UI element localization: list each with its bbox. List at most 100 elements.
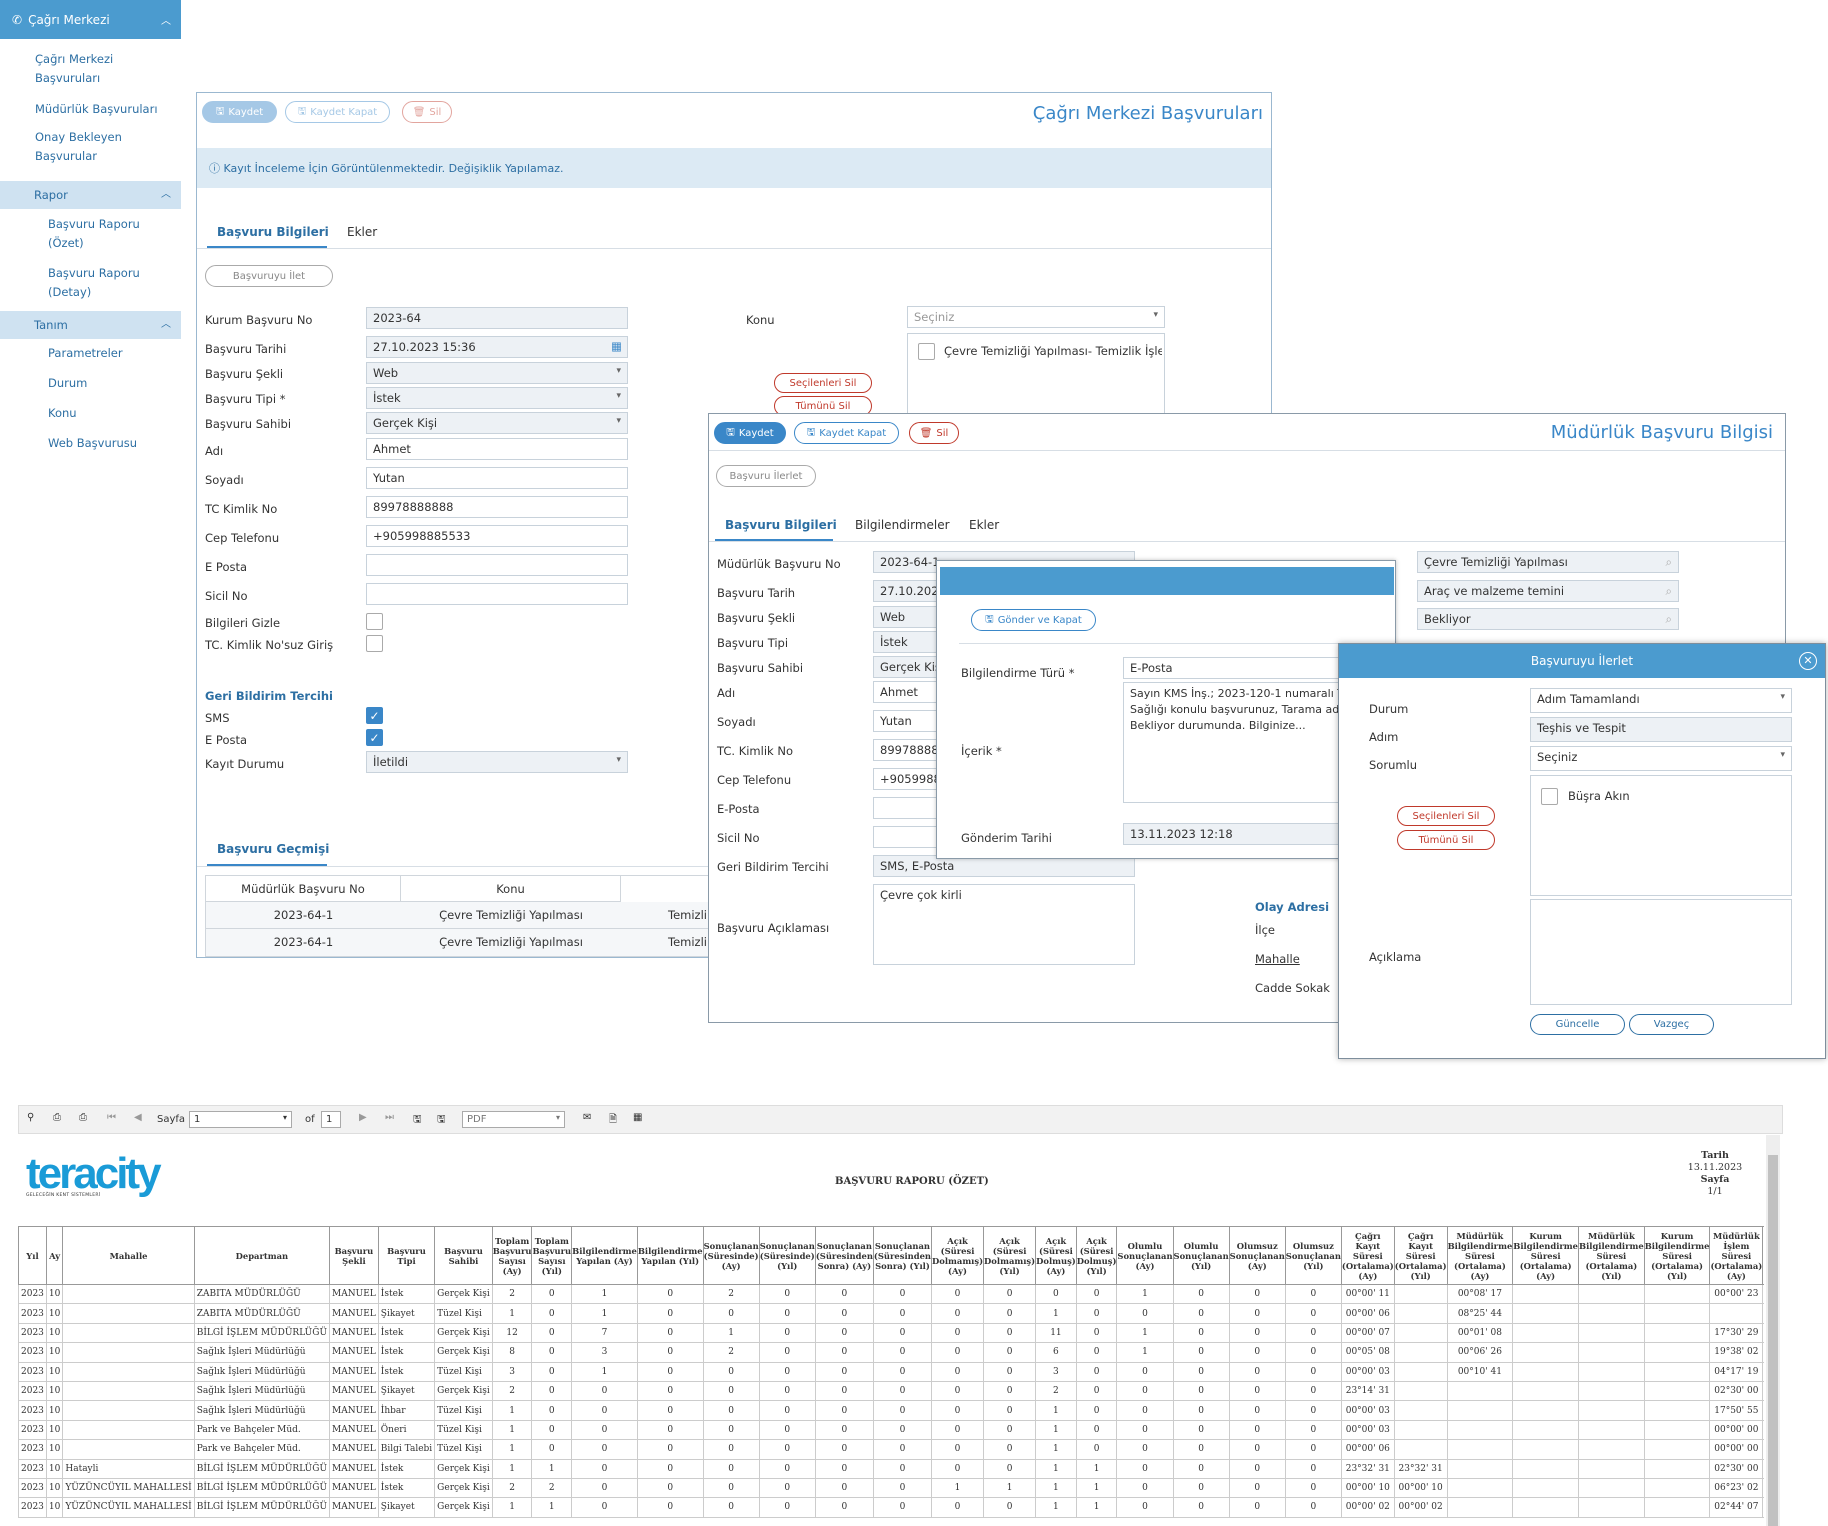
- sidebar-item-mudurluk-basvurulari[interactable]: Müdürlük Başvuruları: [35, 100, 175, 119]
- adi-field[interactable]: Ahmet: [366, 438, 628, 460]
- prev-page-icon[interactable]: ◀: [134, 1112, 142, 1123]
- gizle-checkbox[interactable]: [366, 613, 383, 630]
- table-cell: 1: [983, 1477, 1037, 1499]
- table-row[interactable]: 2023-64-1 Çevre Temizliği Yapılması Temi…: [206, 902, 736, 929]
- last-page-icon[interactable]: ⏭: [385, 1112, 394, 1123]
- sms-checkbox[interactable]: ✓: [366, 707, 383, 724]
- mahalle-link[interactable]: Mahalle: [1255, 952, 1300, 966]
- table-cell: 08°25' 44: [1446, 1303, 1514, 1324]
- forward-button[interactable]: Başvuru İlerlet: [716, 465, 816, 487]
- alt-konu-search-field[interactable]: Araç ve malzeme temini ⌕: [1417, 580, 1679, 602]
- tipi-select[interactable]: İstek: [366, 387, 628, 409]
- binoculars-icon[interactable]: ⚲: [27, 1112, 34, 1123]
- format-select[interactable]: PDF ▾: [462, 1111, 565, 1128]
- durum-search-field[interactable]: Bekliyor ⌕: [1417, 608, 1679, 630]
- page-select[interactable]: 1 ▾: [189, 1111, 292, 1128]
- table-cell: 2023: [18, 1342, 47, 1363]
- scrollbar[interactable]: [1766, 1135, 1780, 1526]
- first-page-icon[interactable]: ⏮: [107, 1112, 116, 1123]
- table-row[interactable]: 2023-64-1 Çevre Temizliği Yapılması Temi…: [206, 929, 736, 956]
- soyadi-field[interactable]: Yutan: [366, 467, 628, 489]
- durum-select[interactable]: Adım Tamamlandı: [1530, 688, 1792, 713]
- kurum-no-field[interactable]: 2023-64: [366, 307, 628, 329]
- sorumlu-select[interactable]: Seçiniz: [1530, 746, 1792, 771]
- forward-button[interactable]: Başvuruyu İlet: [205, 265, 333, 287]
- tab-basvuru-bilgileri[interactable]: Başvuru Bilgileri: [217, 225, 329, 239]
- delete-button[interactable]: 🗑 Sil: [402, 101, 452, 123]
- adim-field[interactable]: Teşhis ve Tespit: [1530, 717, 1792, 742]
- sidebar-item-parametreler[interactable]: Parametreler: [48, 344, 123, 363]
- sidebar-section-tanim[interactable]: Tanım ︿: [0, 311, 181, 339]
- table-cell: 23°32' 31: [1340, 1458, 1395, 1479]
- save-button[interactable]: 🖫 Kaydet: [202, 101, 277, 123]
- tab-bilgilendirmeler[interactable]: Bilgilendirmeler: [855, 518, 950, 532]
- tab-ekler[interactable]: Ekler: [347, 225, 377, 239]
- send-close-button[interactable]: 🖫 Gönder ve Kapat: [971, 609, 1096, 631]
- cep-field[interactable]: +905998885533: [366, 525, 628, 547]
- print-icon[interactable]: ⎙: [53, 1112, 61, 1123]
- cancel-button[interactable]: Vazgeç: [1629, 1014, 1714, 1035]
- search-icon[interactable]: ⌕: [1666, 584, 1672, 599]
- kayit-durumu-select[interactable]: İletildi: [366, 751, 628, 773]
- table-cell: Sağlık İşleri Müdürlüğü: [193, 1342, 331, 1363]
- konu-select[interactable]: Seçiniz: [907, 306, 1165, 328]
- delete-button[interactable]: 🗑 Sil: [909, 422, 959, 444]
- sidebar-item-durum[interactable]: Durum: [48, 374, 87, 393]
- table-cell: 0: [1075, 1380, 1118, 1402]
- table-cell: 0: [983, 1439, 1037, 1460]
- sicil-field[interactable]: [366, 583, 628, 605]
- label: Başvuru Sahibi: [717, 661, 804, 675]
- print-preview-icon[interactable]: ⎙: [79, 1112, 87, 1123]
- table-cell: 0: [758, 1342, 816, 1363]
- mail-icon[interactable]: ✉: [583, 1112, 591, 1123]
- sekli-select[interactable]: Web: [366, 362, 628, 384]
- sidebar-header-cagri-merkezi[interactable]: ✆ Çağrı Merkezi ︿: [0, 0, 181, 39]
- aciklama-textarea[interactable]: [1530, 899, 1792, 1005]
- sidebar-item-rapor-detay[interactable]: Başvuru Raporu (Detay): [48, 264, 163, 302]
- sahibi-select[interactable]: Gerçek Kişi: [366, 412, 628, 434]
- grid-icon[interactable]: ▦: [633, 1112, 642, 1123]
- table-cell: [1512, 1380, 1579, 1402]
- save-as-icon[interactable]: 🖫: [437, 1112, 446, 1129]
- table-cell: 0: [758, 1477, 816, 1499]
- table-cell: [1643, 1361, 1711, 1382]
- search-icon[interactable]: ⌕: [1666, 612, 1672, 627]
- search-icon[interactable]: ⌕: [1666, 555, 1672, 570]
- close-icon[interactable]: ✕: [1799, 652, 1817, 670]
- save-icon[interactable]: 🖫: [413, 1112, 422, 1129]
- table-cell: 0: [1228, 1400, 1286, 1421]
- table-cell: 0: [1284, 1303, 1342, 1324]
- sidebar-section-rapor[interactable]: Rapor ︿: [0, 181, 181, 209]
- tarih-field[interactable]: 27.10.2023 15:36 ▦: [366, 336, 628, 358]
- tab-basvuru-bilgileri[interactable]: Başvuru Bilgileri: [725, 518, 837, 532]
- remove-selected-button[interactable]: Seçilenleri Sil: [1397, 806, 1495, 826]
- remove-selected-button[interactable]: Seçilenleri Sil: [774, 373, 872, 393]
- calendar-icon[interactable]: ▦: [611, 339, 622, 353]
- sidebar-item-konu[interactable]: Konu: [48, 404, 77, 423]
- sidebar-item-rapor-ozet[interactable]: Başvuru Raporu (Özet): [48, 215, 163, 253]
- table-cell: [1512, 1361, 1579, 1382]
- table-cell: [1578, 1322, 1645, 1344]
- tcsiz-checkbox[interactable]: [366, 635, 383, 652]
- save-close-button[interactable]: 🖫 Kaydet Kapat: [794, 422, 899, 444]
- save-button[interactable]: 🖫 Kaydet: [714, 422, 786, 444]
- tab-ekler[interactable]: Ekler: [969, 518, 999, 532]
- eposta-field[interactable]: [366, 554, 628, 576]
- konu-search-field[interactable]: Çevre Temizliği Yapılması ⌕: [1417, 551, 1679, 573]
- person-label: Büşra Akın: [1568, 789, 1630, 803]
- sidebar-item-web-basvurusu[interactable]: Web Başvurusu: [48, 434, 137, 453]
- save-close-button[interactable]: 🖫 Kaydet Kapat: [285, 101, 390, 123]
- sidebar-item-cagri-merkezi-basvurulari[interactable]: Çağrı Merkezi Başvuruları: [35, 50, 155, 88]
- eposta-checkbox[interactable]: ✓: [366, 729, 383, 746]
- table-cell: 2023: [18, 1477, 47, 1499]
- sidebar-item-onay-bekleyen[interactable]: Onay Bekleyen Başvurular: [35, 128, 145, 166]
- person-checkbox[interactable]: [1541, 788, 1558, 805]
- next-page-icon[interactable]: ▶: [359, 1112, 367, 1123]
- remove-all-button[interactable]: Tümünü Sil: [1397, 830, 1495, 850]
- konu-item-checkbox[interactable]: [918, 343, 935, 360]
- export-icon[interactable]: 🗎: [609, 1112, 617, 1129]
- aciklama-textarea[interactable]: Çevre çok kirli: [873, 884, 1135, 965]
- update-button[interactable]: Güncelle: [1530, 1014, 1625, 1035]
- table-cell: 02°30' 00: [1709, 1380, 1764, 1402]
- tc-field[interactable]: 89978888888: [366, 496, 628, 518]
